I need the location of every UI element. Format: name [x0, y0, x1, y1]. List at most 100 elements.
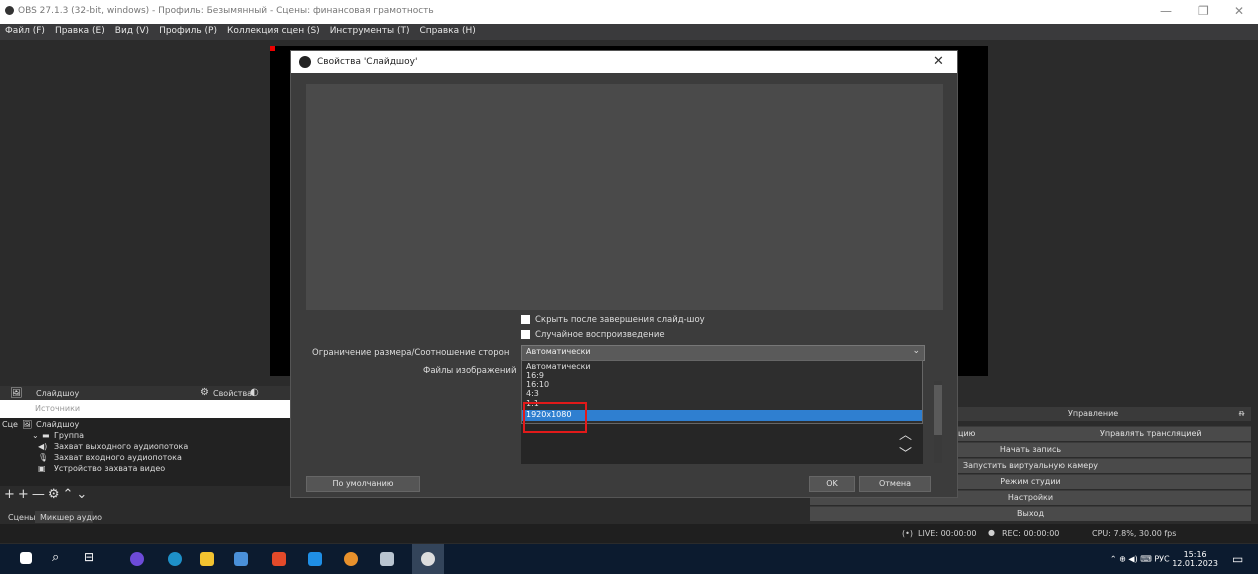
- obs-icon[interactable]: [421, 552, 435, 566]
- gear-icon[interactable]: ⚙: [48, 487, 63, 502]
- aspect-select[interactable]: Автоматически ⌄: [521, 345, 925, 361]
- chevron-down-icon[interactable]: ⌄: [76, 487, 90, 502]
- controls-title: Управление: [1068, 409, 1119, 418]
- sources-header: Источники: [0, 400, 290, 418]
- maximize-icon[interactable]: ❐: [1198, 4, 1209, 18]
- taskbar: ⌕ ⊟ ⌃ ⊕ ◀) ⌨ РУС 15:16 12.01.2023 ▭: [0, 544, 1258, 574]
- folder-icon[interactable]: [200, 552, 214, 566]
- option-auto[interactable]: Автоматически: [526, 362, 591, 371]
- hide-after-label: Скрыть после завершения слайд-шоу: [535, 315, 705, 325]
- menu-file[interactable]: Файл (F): [0, 24, 50, 38]
- obs-logo-icon: [299, 56, 311, 68]
- minimize-icon[interactable]: —: [1160, 4, 1172, 18]
- source-toolbar: 🖼 Слайдшоу ⚙ Свойства ◐: [0, 386, 290, 400]
- dialog-preview: [306, 84, 943, 310]
- list-item[interactable]: Захват входного аудиопотока: [54, 453, 182, 462]
- start-stream-button[interactable]: цию: [958, 427, 975, 441]
- files-label: Файлы изображений: [423, 366, 517, 376]
- sources-tree: Сце 🖼 Слайдшоу ⌄ ▬ Группа ◀) Захват выхо…: [0, 418, 290, 486]
- speaker-icon: ◀): [38, 442, 48, 451]
- store-icon[interactable]: [234, 552, 248, 566]
- dialog-title: Свойства 'Слайдшоу': [317, 57, 418, 67]
- add-icon[interactable]: +: [18, 487, 32, 502]
- random-checkbox[interactable]: [521, 330, 530, 339]
- tab-audio-mixer[interactable]: Микшер аудио: [40, 513, 102, 522]
- option-16-10[interactable]: 16:10: [526, 380, 549, 389]
- hide-after-checkbox[interactable]: [521, 315, 530, 324]
- camera-icon: ▣: [38, 464, 46, 473]
- gear-icon[interactable]: ⚙: [200, 387, 209, 398]
- keyboard-icon[interactable]: ⌨: [1140, 555, 1152, 564]
- window-title: OBS 27.1.3 (32-bit, windows) - Профиль: …: [18, 6, 434, 16]
- properties-button[interactable]: Свойства: [213, 389, 252, 398]
- windows-start-icon[interactable]: [20, 552, 32, 564]
- chevron-up-icon[interactable]: ︿: [899, 424, 912, 443]
- paint-icon[interactable]: [380, 552, 394, 566]
- list-item[interactable]: Группа: [54, 431, 84, 440]
- list-item[interactable]: Устройство захвата видео: [54, 464, 165, 473]
- scrollbar-thumb[interactable]: [934, 385, 942, 435]
- selected-source-name: Слайдшоу: [36, 389, 80, 398]
- cancel-button[interactable]: Отмена: [859, 476, 931, 492]
- tab-scenes[interactable]: Сцены: [8, 513, 36, 522]
- task-view-icon[interactable]: ⊟: [84, 550, 94, 564]
- dock-tabs: Сцены Микшер аудио: [0, 510, 810, 524]
- chevron-down-icon: ⌄: [912, 346, 920, 356]
- chevron-up-icon[interactable]: ⌃: [1110, 555, 1117, 564]
- option-16-9[interactable]: 16:9: [526, 371, 544, 380]
- pin-icon[interactable]: ᵰ: [1239, 408, 1244, 419]
- title-bar: OBS 27.1.3 (32-bit, windows) - Профиль: …: [0, 0, 1258, 24]
- menu-help[interactable]: Справка (H): [414, 24, 480, 38]
- menu-bar: Файл (F) Правка (E) Вид (V) Профиль (P) Колл…: [0, 24, 1258, 40]
- defaults-button[interactable]: По умолчанию: [306, 476, 420, 492]
- list-item[interactable]: Захват выходного аудиопотока: [54, 442, 188, 451]
- selection-handle[interactable]: [270, 46, 275, 51]
- menu-edit[interactable]: Правка (E): [50, 24, 110, 38]
- source-tools: ++—⚙⌃⌄: [4, 487, 90, 502]
- scenes-label: Сце: [2, 420, 18, 429]
- status-bar: (•) LIVE: 00:00:00 ● REC: 00:00:00 CPU: …: [810, 525, 1258, 541]
- remove-icon[interactable]: —: [32, 487, 48, 502]
- folder-icon: ▬: [42, 431, 50, 440]
- chevron-up-icon[interactable]: ⌃: [62, 487, 76, 502]
- browser-icon[interactable]: [344, 552, 358, 566]
- chevron-down-icon[interactable]: ﹀: [899, 443, 912, 462]
- aspect-value: Автоматически: [526, 347, 591, 356]
- language-indicator[interactable]: РУС: [1154, 555, 1169, 564]
- clock-time[interactable]: 15:16: [1184, 550, 1207, 559]
- close-icon[interactable]: ✕: [1234, 4, 1244, 18]
- chevron-down-icon[interactable]: ⌄: [32, 431, 39, 440]
- mail-icon[interactable]: [308, 552, 322, 566]
- image-icon: 🖼: [10, 388, 23, 399]
- controls-header: Управление ᵰ: [956, 407, 1251, 421]
- live-timer: LIVE: 00:00:00: [918, 529, 977, 538]
- image-icon: 🖼: [22, 420, 33, 429]
- network-icon[interactable]: ⊕: [1119, 555, 1126, 564]
- system-tray: ⌃ ⊕ ◀) ⌨ РУС 15:16 12.01.2023: [1110, 550, 1218, 568]
- properties-dialog: Свойства 'Слайдшоу' ✕ Скрыть после завер…: [290, 50, 958, 498]
- exit-button[interactable]: Выход: [810, 506, 1251, 521]
- sources-title: Источники: [35, 404, 81, 413]
- close-icon[interactable]: ✕: [933, 54, 944, 69]
- app-icon[interactable]: [130, 552, 144, 566]
- live-icon: (•): [902, 529, 913, 538]
- ok-button[interactable]: OK: [809, 476, 855, 492]
- option-4-3[interactable]: 4:3: [526, 389, 539, 398]
- menu-scene-collection[interactable]: Коллекция сцен (S): [222, 24, 325, 38]
- volume-icon[interactable]: ◀): [1128, 555, 1137, 564]
- filter-icon[interactable]: ◐: [250, 387, 259, 398]
- menu-tools[interactable]: Инструменты (T): [325, 24, 415, 38]
- cpu-status: CPU: 7.8%, 30.00 fps: [1092, 529, 1177, 538]
- rec-timer: REC: 00:00:00: [1002, 529, 1060, 538]
- add-icon[interactable]: +: [4, 487, 18, 502]
- edge-icon[interactable]: [168, 552, 182, 566]
- menu-view[interactable]: Вид (V): [110, 24, 154, 38]
- notification-icon[interactable]: ▭: [1232, 552, 1243, 566]
- menu-profile[interactable]: Профиль (P): [154, 24, 222, 38]
- clock-date[interactable]: 12.01.2023: [1172, 559, 1218, 568]
- office-icon[interactable]: [272, 552, 286, 566]
- list-item[interactable]: Слайдшоу: [36, 420, 79, 429]
- manage-stream-button[interactable]: Управлять трансляцией: [1100, 427, 1202, 441]
- search-icon[interactable]: ⌕: [52, 550, 59, 565]
- highlight-box: [523, 402, 587, 433]
